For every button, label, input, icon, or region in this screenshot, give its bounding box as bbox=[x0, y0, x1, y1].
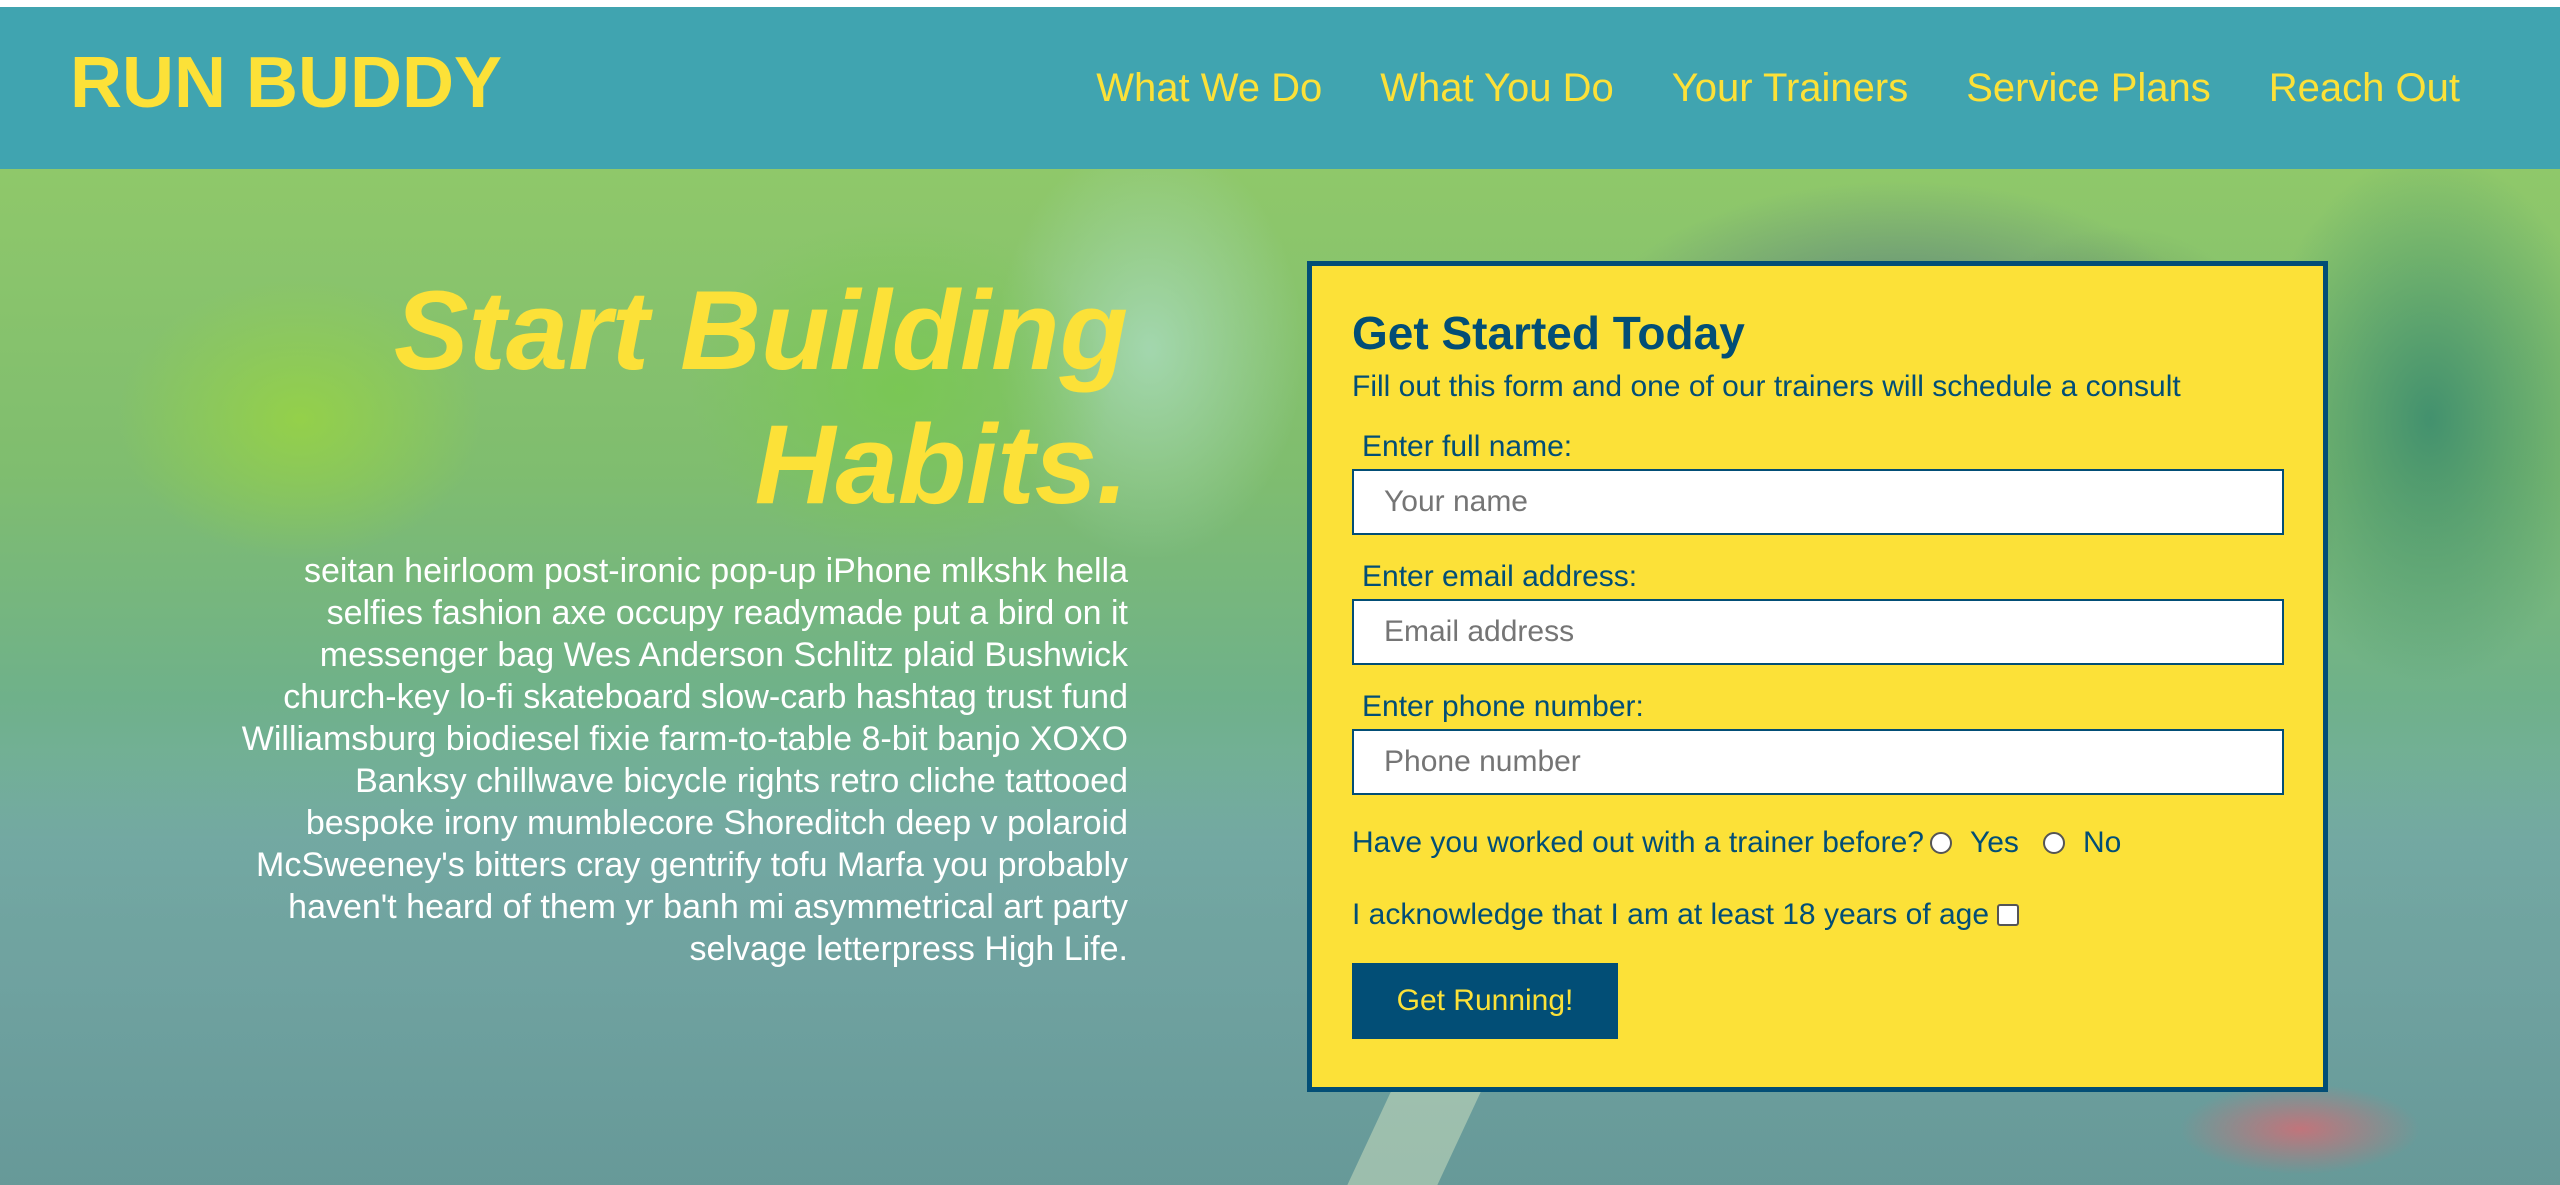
trainer-question-label: Have you worked out with a trainer befor… bbox=[1352, 826, 1924, 860]
radio-no[interactable] bbox=[2042, 832, 2065, 855]
phone-field-label: Enter phone number: bbox=[1362, 690, 1644, 724]
hero-text: seitan heirloom post-ironic pop-up iPhon… bbox=[241, 551, 1128, 968]
age-checkbox[interactable] bbox=[1997, 904, 2020, 927]
form-subtitle: Fill out this form and one of our traine… bbox=[1352, 370, 2181, 404]
brand-logo[interactable]: RUN BUDDY bbox=[70, 47, 502, 119]
age-acknowledgement-label: I acknowledge that I am at least 18 year… bbox=[1352, 898, 1990, 932]
radio-no-label: No bbox=[2082, 826, 2122, 860]
signup-form: Get Started Today Fill out this form and… bbox=[1307, 261, 2328, 1092]
top-strip bbox=[0, 0, 2560, 7]
phone-input[interactable] bbox=[1352, 729, 2284, 796]
nav-what-we-do[interactable]: What We Do bbox=[1096, 64, 1322, 112]
main-nav: What We Do What You Do Your Trainers Ser… bbox=[1096, 64, 2460, 112]
radio-yes[interactable] bbox=[1929, 832, 1952, 855]
name-field-label: Enter full name: bbox=[1362, 430, 1573, 464]
nav-what-you-do[interactable]: What You Do bbox=[1380, 64, 1614, 112]
nav-reach-out[interactable]: Reach Out bbox=[2269, 64, 2460, 112]
nav-service-plans[interactable]: Service Plans bbox=[1966, 64, 2211, 112]
site-header: RUN BUDDY What We Do What You Do Your Tr… bbox=[0, 7, 2560, 169]
hero-title: Start Building Habits. bbox=[393, 268, 1128, 528]
email-field-group: Enter email address: bbox=[1352, 559, 2284, 666]
name-input[interactable] bbox=[1352, 469, 2284, 536]
email-field-label: Enter email address: bbox=[1362, 560, 1638, 594]
name-field-group: Enter full name: bbox=[1352, 429, 2284, 536]
hero-copy: Start Building Habits. seitan heirloom p… bbox=[200, 264, 1128, 971]
nav-your-trainers[interactable]: Your Trainers bbox=[1672, 64, 1908, 112]
age-acknowledgement: I acknowledge that I am at least 18 year… bbox=[1352, 897, 2283, 933]
phone-field-group: Enter phone number: bbox=[1352, 689, 2284, 796]
form-title: Get Started Today bbox=[1352, 307, 1745, 359]
trainer-question: Have you worked out with a trainer befor… bbox=[1352, 825, 2283, 861]
get-running-button[interactable]: Get Running! bbox=[1352, 963, 1618, 1040]
page: RUN BUDDY What We Do What You Do Your Tr… bbox=[0, 0, 2560, 1185]
email-input[interactable] bbox=[1352, 599, 2284, 666]
radio-yes-label: Yes bbox=[1969, 826, 2019, 860]
